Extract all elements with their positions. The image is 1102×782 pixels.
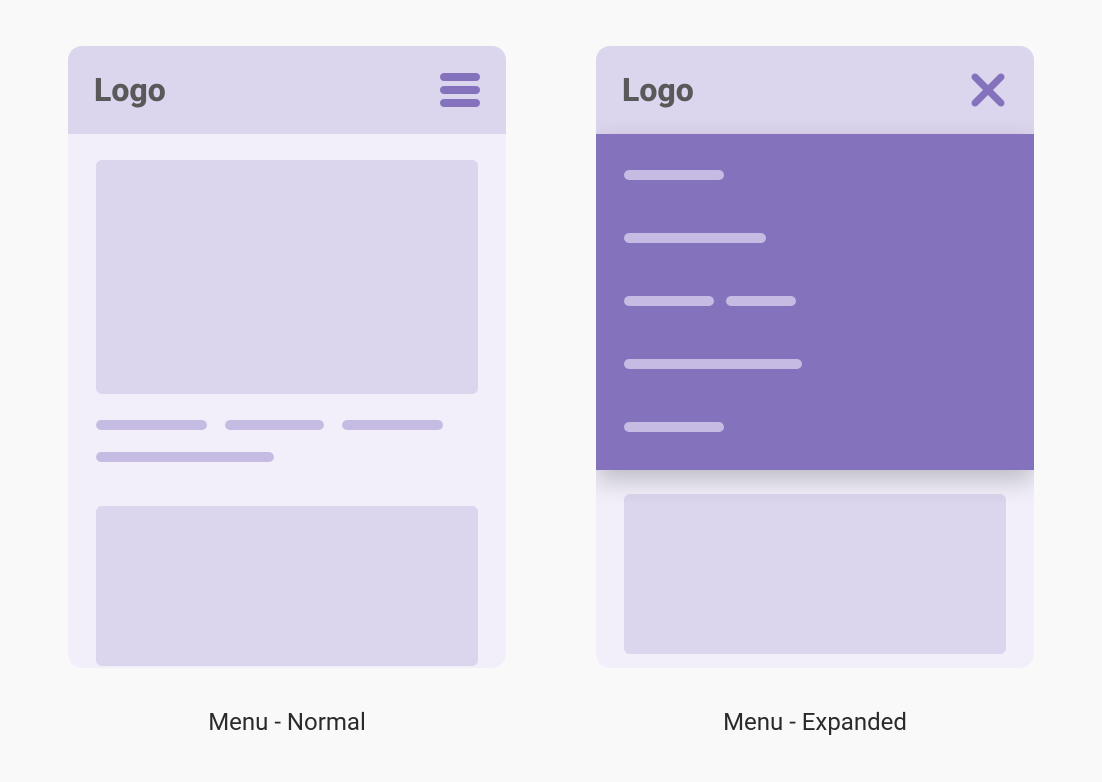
mockup-expanded-column: Logo Menu - Expanded — [596, 46, 1034, 736]
hamburger-line — [440, 99, 480, 107]
dropdown-menu-panel — [596, 134, 1034, 470]
menu-item[interactable] — [624, 170, 724, 180]
menu-item[interactable] — [624, 296, 714, 306]
menu-item[interactable] — [624, 359, 802, 369]
header-expanded: Logo — [596, 46, 1034, 134]
menu-item-row — [624, 296, 1006, 306]
menu-item[interactable] — [624, 422, 724, 432]
text-placeholder-group — [96, 420, 478, 462]
mockup-phone-normal: Logo — [68, 46, 506, 668]
close-menu-button[interactable] — [968, 70, 1008, 110]
text-placeholder-line — [225, 420, 324, 430]
caption-expanded: Menu - Expanded — [723, 708, 907, 736]
caption-normal: Menu - Normal — [208, 708, 366, 736]
text-placeholder-line — [342, 420, 443, 430]
header-normal: Logo — [68, 46, 506, 134]
hamburger-menu-button[interactable] — [440, 70, 480, 110]
logo-text: Logo — [622, 71, 694, 109]
hamburger-icon — [440, 73, 480, 107]
text-row — [96, 452, 478, 462]
content-block — [96, 160, 478, 394]
content-area-normal — [68, 134, 506, 668]
mockup-normal-column: Logo Me — [68, 46, 506, 736]
close-icon — [971, 73, 1005, 107]
text-row — [96, 420, 478, 430]
hamburger-line — [440, 73, 480, 81]
logo-text: Logo — [94, 71, 166, 109]
menu-item[interactable] — [624, 233, 766, 243]
hamburger-line — [440, 86, 480, 94]
text-placeholder-line — [96, 452, 274, 462]
text-placeholder-line — [96, 420, 207, 430]
content-block — [624, 494, 1006, 654]
content-block — [96, 506, 478, 666]
mockup-phone-expanded: Logo — [596, 46, 1034, 668]
menu-item[interactable] — [726, 296, 796, 306]
